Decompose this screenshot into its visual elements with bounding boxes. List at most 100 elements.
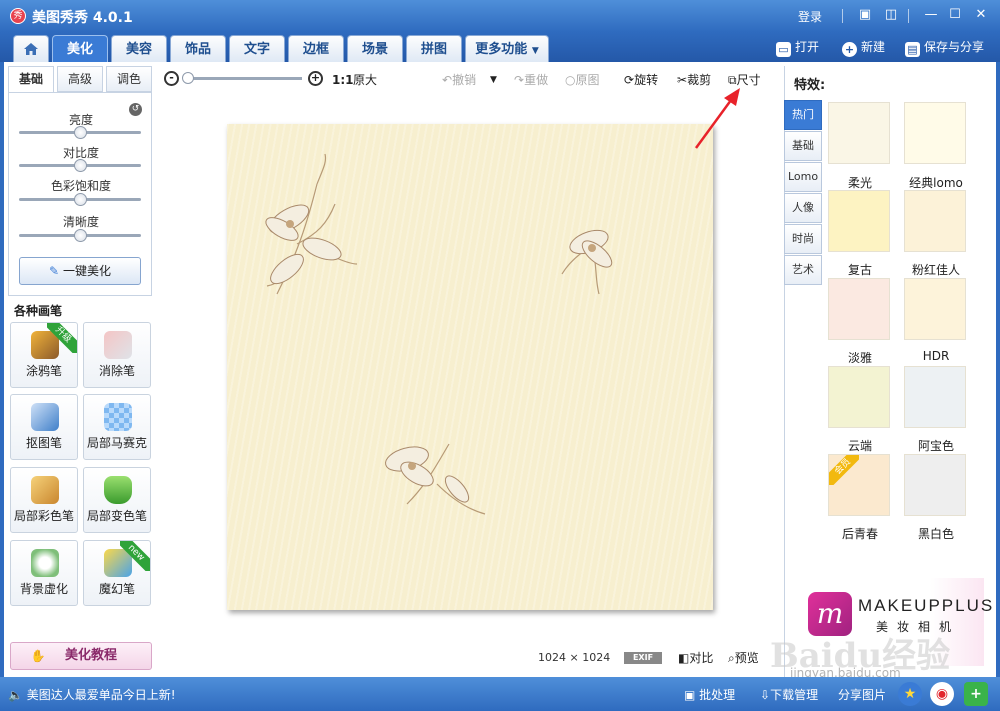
new-button[interactable]: + 新建 (842, 37, 885, 57)
subtab-advanced[interactable]: 高级 (57, 66, 103, 92)
minimize-icon[interactable]: — (922, 6, 940, 24)
effect-thumbnail[interactable] (828, 190, 890, 252)
redo-label: 重做 (524, 73, 549, 87)
batch-label: 批处理 (699, 688, 736, 702)
effect-thumbnail[interactable] (904, 278, 966, 340)
fx-tab-hot[interactable]: 热门 (784, 100, 822, 130)
effect-thumbnail[interactable] (904, 454, 966, 516)
ratio-button[interactable]: 1:1 (332, 71, 354, 89)
fx-tab-basic[interactable]: 基础 (784, 131, 822, 161)
compare-button[interactable]: ◧对比 (678, 649, 713, 666)
new-label: 新建 (861, 40, 886, 54)
tool-magic-brush[interactable]: new 魔幻笔 (83, 540, 151, 606)
redo-button[interactable]: ↷重做 (514, 71, 548, 89)
redo-icon: ↷ (514, 73, 525, 87)
tool-mosaic-brush[interactable]: 局部马赛克 (83, 394, 151, 460)
add-icon[interactable]: + (964, 682, 988, 706)
effect-thumbnail[interactable]: 会员 (828, 454, 890, 516)
download-icon: ⇩ (760, 688, 771, 702)
undo-dropdown[interactable]: ▼ (490, 71, 497, 89)
download-manager-button[interactable]: ⇩下载管理 (760, 686, 818, 703)
skin-icon[interactable]: ◫ (882, 6, 900, 24)
fx-tab-lomo[interactable]: Lomo (784, 162, 822, 192)
original-button[interactable]: ○原图 (565, 71, 600, 89)
blur-icon (31, 549, 59, 577)
one-key-beautify-button[interactable]: ✎ 一键美化 (19, 257, 141, 285)
adjust-subtabs: 基础 高级 调色 (8, 66, 152, 92)
tool-background-blur[interactable]: 背景虚化 (10, 540, 78, 606)
save-label: 保存与分享 (924, 40, 985, 54)
fx-tab-art[interactable]: 艺术 (784, 255, 822, 285)
image-dimensions: 1024 × 1024 (538, 651, 611, 664)
maximize-icon[interactable]: ☐ (946, 6, 964, 24)
effect-label: HDR (922, 349, 950, 363)
tool-label: 抠图笔 (25, 436, 62, 450)
subtab-color[interactable]: 调色 (106, 66, 152, 92)
tool-cutout-brush[interactable]: 抠图笔 (10, 394, 78, 460)
open-label: 打开 (795, 40, 820, 54)
contrast-slider[interactable] (19, 159, 141, 172)
effect-thumbnail[interactable] (828, 102, 890, 164)
undo-button[interactable]: ↶撤销 (442, 71, 476, 89)
tab-accessories[interactable]: 饰品 (170, 35, 226, 62)
zoom-slider[interactable] (182, 72, 302, 84)
tab-beautify[interactable]: 美化 (52, 35, 108, 62)
slider-knob[interactable] (74, 193, 87, 206)
effect-thumbnail[interactable] (828, 278, 890, 340)
slider-knob[interactable] (74, 229, 87, 242)
tab-scene[interactable]: 场景 (347, 35, 403, 62)
tab-collage[interactable]: 拼图 (406, 35, 462, 62)
weibo-icon[interactable]: ◉ (930, 682, 954, 706)
news-ticker[interactable]: 🔈 美图达人最爱单品今日上新! (8, 686, 176, 703)
one-key-label: 一键美化 (62, 264, 111, 278)
tab-face[interactable]: 美容 (111, 35, 167, 62)
preview-label: 预览 (734, 651, 759, 665)
effect-thumbnail[interactable] (904, 366, 966, 428)
tool-doodle-brush[interactable]: 升级 涂鸦笔 (10, 322, 78, 388)
effect-thumbnail[interactable] (904, 102, 966, 164)
zoom-out-icon[interactable]: - (164, 71, 179, 86)
exif-button[interactable]: EXIF (624, 652, 662, 664)
original-label: 原图 (575, 73, 600, 87)
share-image-button[interactable]: 分享图片 (838, 686, 886, 703)
rotate-button[interactable]: ⟳旋转 (624, 71, 658, 89)
effect-thumbnail[interactable] (828, 366, 890, 428)
photo-canvas[interactable] (227, 124, 713, 610)
message-icon[interactable]: ▣ (856, 6, 874, 24)
save-share-button[interactable]: ▤ 保存与分享 (905, 37, 984, 57)
home-icon[interactable] (13, 35, 49, 62)
slider-knob[interactable] (74, 159, 87, 172)
tool-eraser-brush[interactable]: 消除笔 (83, 322, 151, 388)
folder-icon: ▭ (776, 42, 791, 57)
effect-label: 阿宝色 (917, 439, 954, 453)
tab-frame[interactable]: 边框 (288, 35, 344, 62)
tab-text[interactable]: 文字 (229, 35, 285, 62)
brightness-slider[interactable] (19, 126, 141, 139)
batch-button[interactable]: ▣ 批处理 (684, 686, 735, 703)
fx-tab-fashion[interactable]: 时尚 (784, 224, 822, 254)
flower-pattern (265, 153, 613, 515)
close-icon[interactable]: ✕ (972, 6, 990, 24)
sharpness-slider[interactable] (19, 229, 141, 242)
login-link[interactable]: 登录 (798, 8, 822, 25)
separator (908, 9, 909, 23)
news-text: 美图达人最爱单品今日上新! (26, 688, 176, 702)
slider-knob[interactable] (74, 126, 87, 139)
effect-thumbnail[interactable] (904, 190, 966, 252)
new-badge: new (120, 541, 150, 571)
fx-tab-portrait[interactable]: 人像 (784, 193, 822, 223)
preview-button[interactable]: ⌕预览 (728, 649, 759, 666)
tool-recolor-brush[interactable]: 局部变色笔 (83, 467, 151, 533)
zoom-slider-knob[interactable] (182, 72, 194, 84)
star-icon[interactable]: ★ (898, 682, 922, 706)
saturation-slider[interactable] (19, 193, 141, 206)
tool-label: 局部变色笔 (86, 509, 147, 523)
rotate-label: 旋转 (634, 73, 659, 87)
open-button[interactable]: ▭ 打开 (776, 37, 819, 57)
tutorial-button[interactable]: ✋ 美化教程 (10, 642, 152, 670)
tool-color-brush[interactable]: 局部彩色笔 (10, 467, 78, 533)
original-size-button[interactable]: 原大 (353, 71, 377, 89)
zoom-in-icon[interactable]: + (308, 71, 323, 86)
subtab-basic[interactable]: 基础 (8, 66, 54, 92)
tab-more[interactable]: 更多功能 ▼ (465, 35, 549, 62)
